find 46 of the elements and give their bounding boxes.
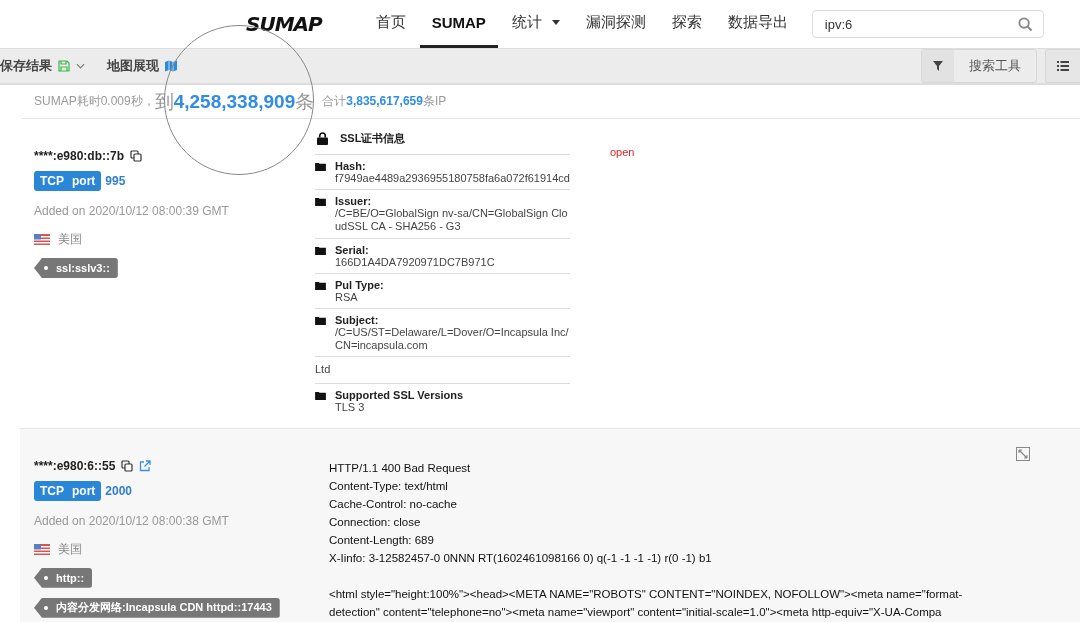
field-label: Serial: [335,243,370,256]
ssl-section-title: SSL证书信息 [340,131,406,146]
status-text: open [610,146,635,160]
service-tag[interactable]: 内容分发网络:Incapsula CDN httpd::17443 [34,597,280,618]
search-time-text: SUMAP耗时0.009秒， [34,93,155,110]
field-value: f7949ae4489a2936955180758fa6a072f61914cd [335,172,570,186]
added-date: Added on 2020/10/12 08:00:39 GMT [34,204,230,218]
service-tag[interactable]: http:: [34,567,93,588]
ip-address: ****:e980:6::55 [34,458,116,473]
field-value: /C=US/ST=Delaware/L=Dover/O=Incapsula Inc/CN=incapsula.com [335,325,570,353]
search-field[interactable]: ipv:6 [811,10,1044,38]
field-value: Ltd [315,363,331,377]
country-label: 美国 [58,231,82,248]
banner-line: Content-Length: 689 [329,532,435,548]
port-link[interactable]: 995 [105,174,126,188]
country-label: 美国 [58,540,82,558]
added-date: Added on 2020/10/12 08:00:38 GMT [34,513,230,528]
port-link[interactable]: 2000 [105,483,133,498]
banner-line: Connection: close [329,514,422,530]
field-label: Issuer: [335,195,373,208]
field-value: TLS 3 [335,400,365,414]
protocol-badge: TCP port [34,171,102,191]
protocol-badge: TCP port [34,480,102,501]
banner-line: Cache-Control: no-cache [329,496,458,512]
field-label: Hash: [335,160,367,172]
nav-tab[interactable]: 统计 [499,0,572,48]
banner-line: Content-Type: text/html [329,478,449,494]
field-value: 166D1A4DA7920971DC7B971C [335,255,496,269]
total-ip-text: 合计3,835,617,659条IP [322,93,447,110]
banner-line: HTTP/1.1 400 Bad Request [329,460,472,476]
nav-tab[interactable]: 漏洞探测 [573,0,658,48]
ip-address: ****:e980:db::7b [34,149,125,163]
service-tag[interactable]: ssl:sslv3:: [34,258,118,278]
field-value: /C=BE/O=GlobalSign nv-sa/CN=GlobalSign CloudSSL CA - SHA256 - G3 [335,207,569,234]
nav-tab[interactable]: 数据导出 [715,0,800,48]
save-results-button[interactable]: 保存结果 [0,57,85,75]
nav-tab[interactable]: 探索 [659,0,714,48]
logo[interactable]: SUMAP [246,12,322,36]
field-value: RSA [335,290,358,304]
field-label: Subject: [335,313,380,326]
banner-line: X-Iinfo: 3-12582457-0 0NNN RT(1602461098166 0) q(-1 -1 -1 -1) r(0 -1) b1 [329,550,713,566]
field-label: Supported SSL Versions [335,388,465,401]
nav-tab[interactable]: 首页 [363,0,418,48]
map-view-button[interactable]: 地图展现 [107,57,177,75]
field-label: Pul Type: [335,278,385,291]
banner-html: <html style="height:100%"><head><META NAME="ROBOTS" CONTENT="NOINDEX, NOFOLLOW"><meta name="format-detection" content="telephone=no"><meta name="viewport" content="initial-scale=1.0"><meta http-equiv="X-UA-Compa [329,586,964,620]
